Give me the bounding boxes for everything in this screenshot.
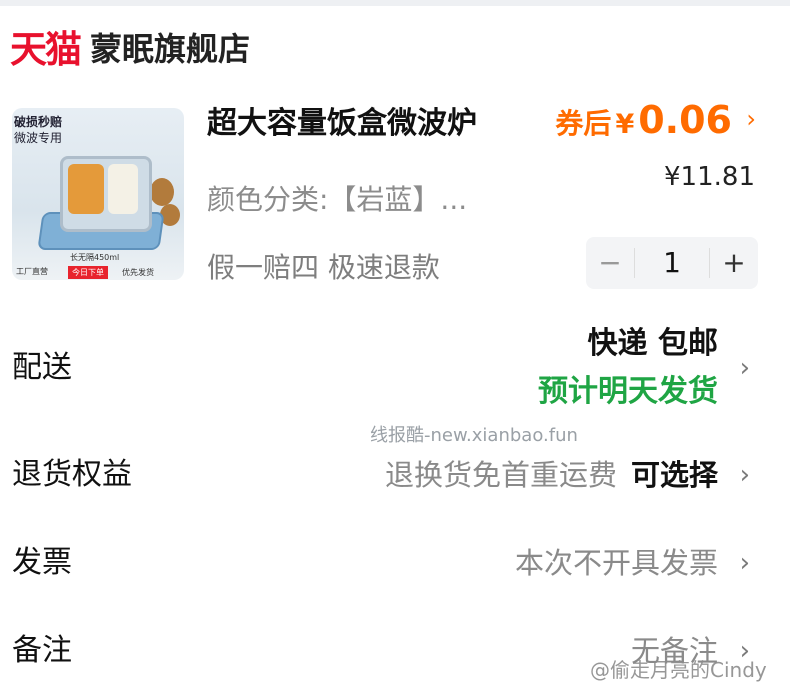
coupon-price[interactable]: 券后 ¥ 0.06 [555,98,754,142]
returns-value: 退换货免首重运费 [384,458,617,492]
egg-decoration [150,178,174,206]
returns-value-row[interactable]: 退换货免首重运费 可选择 [385,455,718,495]
delivery-estimate: 预计明天发货 [538,374,718,409]
original-price: ¥11.81 [664,162,755,192]
coupon-label: 券后 [555,107,612,140]
food-portion [68,164,104,214]
thumb-caption-size: 长无隔450ml [70,253,120,262]
invoice-value[interactable]: 本次不开具发票 [515,543,718,583]
thumb-tag-sub: 微波专用 [14,131,63,145]
delivery-method[interactable]: 快递 包邮 [588,324,718,364]
thumb-badge: 今日下单 [68,266,108,279]
shop-name[interactable]: 蒙眠旗舰店 [90,33,250,65]
chevron-right-icon[interactable]: › [746,105,756,133]
coupon-price-value: 0.06 [638,98,732,142]
product-guarantee: 假一赔四 极速退款 [207,251,440,284]
product-title[interactable]: 超大容量饭盒微波炉 [207,104,477,144]
delivery-label: 配送 [12,350,72,385]
food-portion [108,164,138,214]
note-label: 备注 [12,633,72,668]
product-variant[interactable]: 颜色分类:【岩蓝】... [207,180,467,220]
quantity-value[interactable]: 1 [634,248,710,278]
plus-icon[interactable]: + [710,237,758,289]
returns-label: 退货权益 [12,457,132,492]
shop-header[interactable]: 天猫 蒙眠旗舰店 [10,24,250,74]
thumb-caption-ship: 优先发货 [122,268,154,277]
invoice-label: 发票 [12,545,72,580]
currency-symbol: ¥ [615,109,635,140]
tmall-logo: 天猫 [10,27,82,71]
product-thumbnail[interactable]: 破损秒赔 微波专用 长无隔450ml 工厂直营 今日下单 优先发货 [12,108,184,280]
thumb-caption-factory: 工厂直营 [16,267,48,276]
chevron-right-icon[interactable]: › [740,455,750,495]
chevron-right-icon[interactable]: › [740,348,750,388]
thumb-tag: 破损秒赔 [14,115,63,129]
quantity-stepper[interactable]: − 1 + [586,237,758,289]
top-divider [0,0,790,6]
watermark: 线报酷-new.xianbao.fun [370,425,578,446]
minus-icon[interactable]: − [586,237,634,289]
corner-watermark: @偷走月亮的Cindy [590,658,767,682]
returns-action[interactable]: 可选择 [631,458,718,492]
chevron-right-icon[interactable]: › [740,543,750,583]
